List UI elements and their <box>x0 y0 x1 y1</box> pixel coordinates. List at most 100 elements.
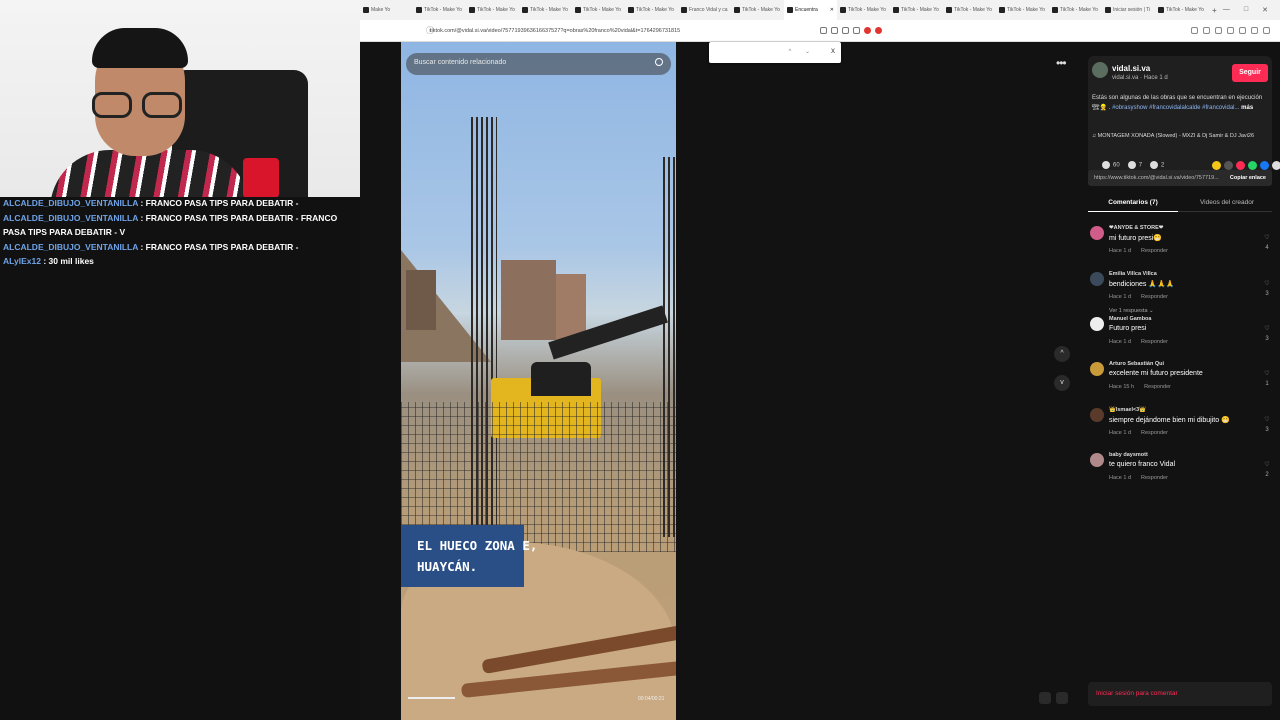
downloads-icon[interactable] <box>1215 27 1222 34</box>
minimize-button[interactable]: — <box>1223 6 1230 14</box>
browser-tab[interactable]: TikTok - Make Yo <box>519 0 572 20</box>
avatar[interactable] <box>1090 271 1104 286</box>
reply-button[interactable]: Responder <box>1141 248 1168 254</box>
facebook-icon[interactable] <box>1260 161 1269 170</box>
login-to-comment[interactable]: Iniciar sesión para comentar <box>1088 682 1272 706</box>
comment-author[interactable]: Manuel Gamboa <box>1109 316 1151 322</box>
bookmark-icon[interactable] <box>842 27 849 34</box>
share-icon[interactable] <box>853 27 860 34</box>
reading-list-icon[interactable] <box>1203 27 1210 34</box>
copy-link-button[interactable]: Copiar enlace <box>1230 175 1266 181</box>
forward-icon[interactable] <box>1272 161 1280 170</box>
browser-tab[interactable]: TikTok - Make Yo <box>625 0 678 20</box>
tab-label: Encuentra <box>795 7 818 13</box>
browser-tab[interactable]: TikTok - Make Yo <box>572 0 625 20</box>
comment-author[interactable]: baby daysmott <box>1109 452 1148 458</box>
hashtags[interactable]: #obrasyshow #francovidalalcalde #francov… <box>1112 105 1239 111</box>
share-icon[interactable] <box>1212 161 1221 170</box>
view-replies-link[interactable]: Ver 1 respuesta ⌄ <box>1109 308 1154 314</box>
more-link[interactable]: más <box>1241 105 1253 111</box>
tiktok-share-icon[interactable] <box>1236 161 1245 170</box>
browser-tab[interactable]: TikTok - Make Yo <box>996 0 1049 20</box>
embed-icon[interactable] <box>1224 161 1233 170</box>
notification-icon[interactable] <box>875 27 882 34</box>
extension-icon[interactable] <box>864 27 871 34</box>
url-input[interactable]: tiktok.com/@vidal.si.va/video/7577193963… <box>430 28 750 34</box>
music-label[interactable]: ♫ MONTAGEM XONADA (Slowed) - MXZI & Dj S… <box>1092 133 1254 139</box>
more-options-icon[interactable]: ••• <box>1056 56 1067 70</box>
browser-tab[interactable]: TikTok - Make Yo <box>466 0 519 20</box>
comment-author[interactable]: ❤ANYDE & STORE❤ <box>1109 225 1163 231</box>
tiktok-icon <box>840 7 846 13</box>
site-info-icon[interactable]: ⓘ <box>360 25 434 36</box>
comment-like[interactable]: ♡ 3 <box>1262 415 1272 435</box>
comment-author[interactable]: 👑Ismael<3👑 <box>1109 407 1146 413</box>
volume-icon[interactable] <box>1056 692 1068 704</box>
comment-like[interactable]: ♡ 3 <box>1262 324 1272 344</box>
save-stat[interactable]: 2 <box>1150 161 1164 169</box>
avatar[interactable] <box>1092 62 1108 78</box>
reply-button[interactable]: Responder <box>1141 475 1168 481</box>
heart-icon: ♡ <box>1264 280 1270 287</box>
post-link[interactable]: https://www.tiktok.com/@vidal.si.va/vide… <box>1094 175 1219 181</box>
follow-button[interactable]: Seguir <box>1232 64 1268 82</box>
comment-like[interactable]: ♡ 4 <box>1262 233 1272 253</box>
search-icon[interactable] <box>655 58 663 66</box>
browser-tab[interactable]: Make Yo <box>360 0 413 20</box>
comment-author[interactable]: Emilia Villca Villca <box>1109 271 1157 277</box>
avatar[interactable] <box>1090 226 1104 240</box>
extensions-icon[interactable] <box>1191 27 1198 34</box>
browser-tab[interactable]: TikTok - Make Yo <box>1049 0 1102 20</box>
comment-author[interactable]: Arturo Sebastián Qui <box>1109 361 1164 367</box>
find-nav-arrows[interactable]: ^ ⌄ <box>788 48 816 55</box>
tab-creator-videos[interactable]: Videos del creador <box>1182 199 1272 206</box>
tab-comments[interactable]: Comentarios (7) <box>1088 199 1178 212</box>
menu-icon[interactable] <box>1263 27 1270 34</box>
reply-button[interactable]: Responder <box>1144 384 1171 390</box>
avatar[interactable] <box>1090 453 1104 467</box>
history-icon[interactable] <box>1227 27 1234 34</box>
browser-tab[interactable]: TikTok - Make Yo <box>837 0 890 20</box>
avatar[interactable] <box>1090 407 1104 422</box>
comment-like[interactable]: ♡ 3 <box>1262 279 1272 299</box>
avatar[interactable] <box>1090 317 1104 331</box>
next-video-button[interactable]: v <box>1054 375 1070 391</box>
browser-tab[interactable]: Franco Vidal y ca <box>678 0 731 20</box>
video-time: 00:04/00:21 <box>638 696 665 702</box>
close-window-button[interactable]: ✕ <box>1262 6 1268 14</box>
translate-icon[interactable] <box>820 27 827 34</box>
close-icon[interactable]: ✕ <box>830 7 837 13</box>
reply-button[interactable]: Responder <box>1141 294 1168 300</box>
find-close-button[interactable]: x <box>831 46 835 55</box>
settings-icon[interactable] <box>1239 27 1246 34</box>
install-icon[interactable] <box>831 27 838 34</box>
tab-label: TikTok - Make Yo <box>1166 7 1204 13</box>
reply-button[interactable]: Responder <box>1141 339 1168 345</box>
whatsapp-icon[interactable] <box>1248 161 1257 170</box>
browser-tab[interactable]: TikTok - Make Yo <box>731 0 784 20</box>
related-search-input[interactable]: Buscar contenido relacionado <box>406 53 671 75</box>
avatar[interactable] <box>1090 362 1104 376</box>
profile-icon[interactable] <box>1251 27 1258 34</box>
video-progress-bar[interactable] <box>408 697 455 699</box>
previous-video-button[interactable]: ^ <box>1054 346 1070 362</box>
browser-tab[interactable]: TikTok - Make Yo <box>413 0 466 20</box>
browser-tab[interactable]: TikTok - Make Yo <box>1155 0 1208 20</box>
browser-tab-active[interactable]: Encuentra ✕ <box>784 0 837 20</box>
comment-count: 7 <box>1138 162 1143 169</box>
browser-tab[interactable]: Iniciar sesión | Ti <box>1102 0 1155 20</box>
building <box>556 274 586 340</box>
reply-button[interactable]: Responder <box>1141 430 1168 436</box>
author-name[interactable]: vidal.si.va <box>1112 64 1150 73</box>
browser-tab[interactable]: TikTok - Make Yo <box>943 0 996 20</box>
comment-meta: Hace 1 d Responder <box>1109 248 1178 254</box>
maximize-button[interactable]: □ <box>1244 6 1248 14</box>
comment-like[interactable]: ♡ 1 <box>1262 369 1272 389</box>
new-tab-button[interactable]: + <box>1212 6 1217 15</box>
video-player[interactable]: Buscar contenido relacionado EL HUECO ZO… <box>401 42 676 720</box>
browser-tab[interactable]: TikTok - Make Yo <box>890 0 943 20</box>
comment-like[interactable]: ♡ 2 <box>1262 460 1272 480</box>
pip-icon[interactable] <box>1039 692 1051 704</box>
comment-stat[interactable]: 7 <box>1127 161 1143 169</box>
like-stat[interactable]: 60 <box>1102 161 1120 169</box>
